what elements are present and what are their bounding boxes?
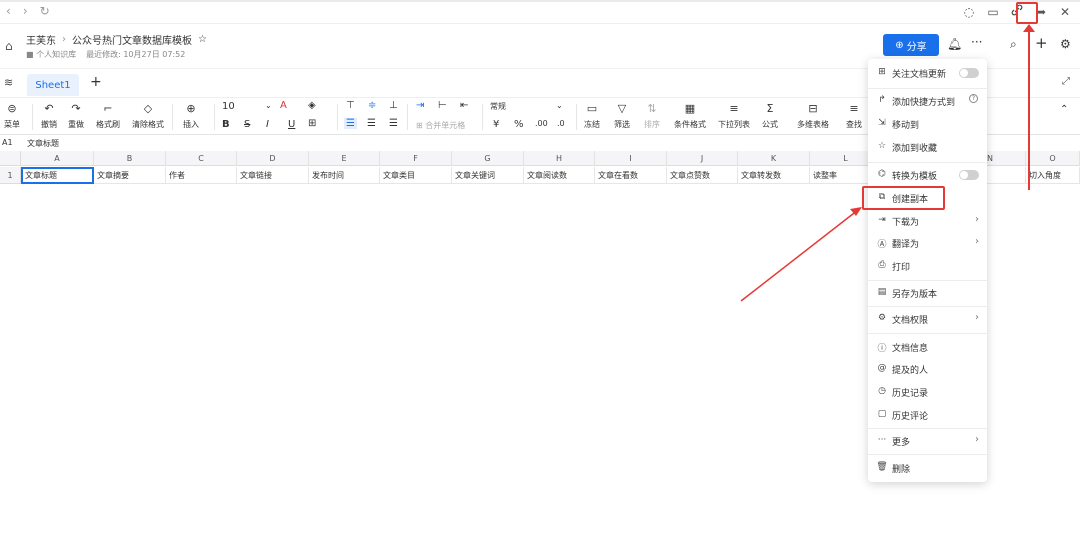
print-icon: ⎙	[878, 260, 886, 270]
more-options-menu: ⊞ 关注文档更新 ↱ 添加快捷方式到 ? ⇲ 移动到 ☆ 添加到收藏 ⌬ 转换为…	[868, 59, 987, 482]
menu-item-download-as[interactable]: ⇥ 下载为 ›	[868, 211, 987, 231]
chevron-right-icon: ›	[975, 214, 979, 225]
star-icon: ☆	[877, 141, 887, 151]
help-icon[interactable]: ?	[969, 94, 978, 103]
vertical-arrowhead	[1023, 24, 1035, 32]
menu-item-history[interactable]: ◷ 历史记录	[868, 382, 987, 402]
menu-item-doc-permission[interactable]: ⚙ 文档权限 ›	[868, 309, 987, 329]
translate-icon: Ⓐ	[877, 240, 887, 250]
menu-item-more[interactable]: ··· 更多 ›	[868, 431, 987, 451]
menu-item-doc-info[interactable]: ⓘ 文档信息	[868, 337, 987, 357]
menu-item-translate-to[interactable]: Ⓐ 翻译为 ›	[868, 233, 987, 253]
create-copy-highlight-box	[862, 186, 945, 210]
history-icon: ◷	[878, 386, 886, 396]
shortcut-icon: ↱	[878, 95, 886, 105]
chevron-right-icon: ›	[975, 434, 979, 445]
mention-icon: @	[877, 363, 887, 373]
move-icon: ⇲	[878, 118, 886, 128]
menu-item-comment-history[interactable]: ▢ 历史评论	[868, 405, 987, 425]
permission-icon: ⚙	[877, 313, 887, 323]
menu-item-mentioned-people[interactable]: @ 提及的人	[868, 359, 987, 379]
comment-history-icon: ▢	[877, 409, 887, 419]
menu-item-convert-template[interactable]: ⌬ 转换为模板	[868, 165, 987, 185]
follow-icon: ⊞	[878, 67, 886, 77]
menu-item-move-to[interactable]: ⇲ 移动到	[868, 114, 987, 134]
download-icon: ⇥	[878, 215, 886, 225]
menu-item-add-shortcut[interactable]: ↱ 添加快捷方式到 ?	[868, 91, 987, 111]
info-icon: ⓘ	[877, 344, 887, 354]
menu-item-delete[interactable]: 🗑︎ 删除	[868, 458, 987, 478]
menu-item-add-favorite[interactable]: ☆ 添加到收藏	[868, 137, 987, 157]
chevron-right-icon: ›	[975, 236, 979, 247]
template-toggle[interactable]	[959, 170, 979, 180]
menu-item-follow-updates[interactable]: ⊞ 关注文档更新	[868, 63, 987, 83]
trash-icon: 🗑︎	[876, 462, 888, 472]
follow-toggle[interactable]	[959, 68, 979, 78]
menu-item-print[interactable]: ⎙ 打印	[868, 256, 987, 276]
save-version-icon: ▤	[877, 287, 887, 297]
diagonal-arrow-line	[740, 209, 859, 302]
chevron-right-icon: ›	[975, 312, 979, 323]
more-icon: ···	[877, 435, 887, 445]
template-icon: ⌬	[878, 169, 886, 179]
menu-item-save-version[interactable]: ▤ 另存为版本	[868, 283, 987, 303]
